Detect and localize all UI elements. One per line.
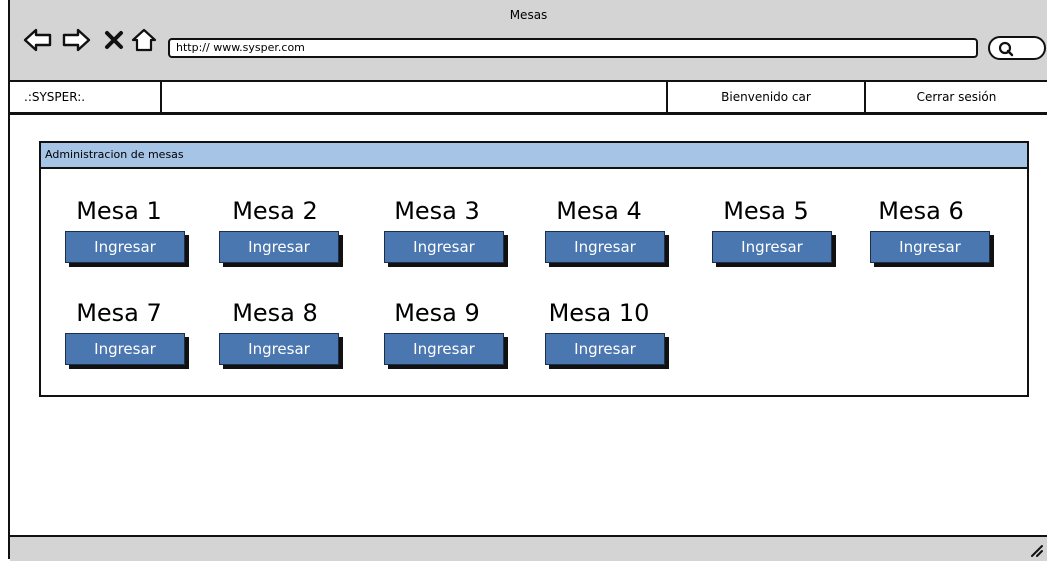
mesa-card-8: Mesa 8 Ingresar xyxy=(205,299,345,365)
brand-label[interactable]: .:SYSPER:. xyxy=(10,82,162,112)
browser-window: Mesas http:// www.sysper.com .:SYSPER:. … xyxy=(8,0,1047,561)
mesa-card-9: Mesa 9 Ingresar xyxy=(367,299,507,365)
mesa-label: Mesa 4 xyxy=(556,197,642,225)
ingresar-button-7[interactable]: Ingresar xyxy=(65,333,185,365)
mesa-label: Mesa 7 xyxy=(76,299,162,327)
mesa-card-3: Mesa 3 Ingresar xyxy=(367,197,507,263)
panel-title: Administracion de mesas xyxy=(41,143,1027,169)
mesa-card-6: Mesa 6 Ingresar xyxy=(851,197,991,263)
window-title: Mesas xyxy=(509,8,548,22)
ingresar-button-3[interactable]: Ingresar xyxy=(384,231,504,263)
mesa-label: Mesa 6 xyxy=(878,197,964,225)
mesa-label: Mesa 5 xyxy=(723,197,809,225)
ingresar-button-6[interactable]: Ingresar xyxy=(870,231,990,263)
stop-button[interactable] xyxy=(98,24,130,56)
ingresar-button-10[interactable]: Ingresar xyxy=(545,333,665,365)
ingresar-button-2[interactable]: Ingresar xyxy=(219,231,339,263)
mesa-card-2: Mesa 2 Ingresar xyxy=(205,197,345,263)
mesa-card-5: Mesa 5 Ingresar xyxy=(696,197,836,263)
mesa-label: Mesa 2 xyxy=(232,197,318,225)
ingresar-button-1[interactable]: Ingresar xyxy=(65,231,185,263)
back-button[interactable] xyxy=(22,24,54,56)
browser-chrome: Mesas http:// www.sysper.com xyxy=(10,0,1047,82)
mesa-label: Mesa 1 xyxy=(76,197,162,225)
home-icon xyxy=(131,28,157,52)
top-menu-bar: .:SYSPER:. Bienvenido car Cerrar sesión xyxy=(10,82,1047,115)
search-button[interactable] xyxy=(988,36,1046,60)
forward-button[interactable] xyxy=(60,24,92,56)
home-button[interactable] xyxy=(128,24,160,56)
ingresar-button-4[interactable]: Ingresar xyxy=(545,231,665,263)
menu-spacer xyxy=(162,82,668,112)
mesa-card-4: Mesa 4 Ingresar xyxy=(529,197,669,263)
close-icon xyxy=(105,31,123,49)
search-icon xyxy=(998,41,1014,57)
forward-arrow-icon xyxy=(62,28,91,52)
mesa-card-1: Mesa 1 Ingresar xyxy=(49,197,189,263)
welcome-label: Bienvenido car xyxy=(668,82,866,112)
ingresar-button-9[interactable]: Ingresar xyxy=(384,333,504,365)
mesa-card-10: Mesa 10 Ingresar xyxy=(529,299,669,365)
url-input[interactable]: http:// www.sysper.com xyxy=(168,38,978,58)
mesa-card-7: Mesa 7 Ingresar xyxy=(49,299,189,365)
mesa-label: Mesa 3 xyxy=(394,197,480,225)
ingresar-button-8[interactable]: Ingresar xyxy=(219,333,339,365)
mesa-label: Mesa 8 xyxy=(232,299,318,327)
status-bar xyxy=(10,535,1047,561)
logout-button[interactable]: Cerrar sesión xyxy=(866,82,1047,112)
mesa-label: Mesa 10 xyxy=(548,299,650,327)
mesas-panel: Administracion de mesas Mesa 1 Ingresar … xyxy=(39,141,1029,397)
mesa-label: Mesa 9 xyxy=(394,299,480,327)
resize-grip-icon[interactable] xyxy=(1029,543,1043,557)
ingresar-button-5[interactable]: Ingresar xyxy=(712,231,832,263)
back-arrow-icon xyxy=(23,28,52,52)
